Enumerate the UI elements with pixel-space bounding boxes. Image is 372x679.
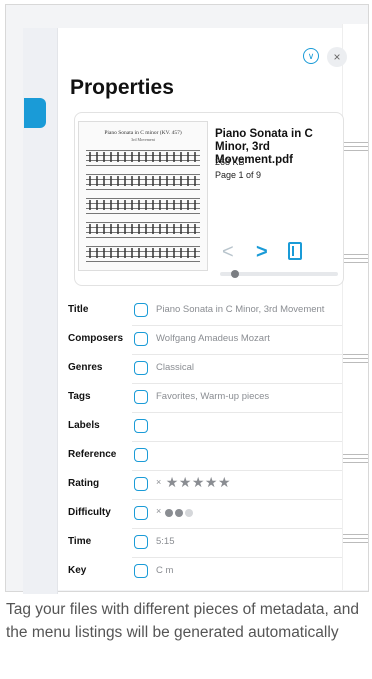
difficulty-dot[interactable]: [185, 509, 194, 517]
difficulty-dot[interactable]: [165, 509, 174, 517]
property-label: Tags: [68, 391, 91, 402]
property-value[interactable]: 5:15: [156, 536, 175, 547]
property-label: Key: [68, 565, 87, 576]
property-label: Genres: [68, 362, 103, 373]
previous-page-button[interactable]: <: [222, 242, 234, 262]
chevron-down-circle-icon[interactable]: ∨: [303, 48, 319, 64]
property-value[interactable]: Favorites, Warm-up pieces: [156, 391, 269, 402]
clear-rating-icon[interactable]: ×: [156, 477, 162, 487]
thumbnail-subtitle: 3rd Movement: [131, 137, 155, 142]
difficulty-dots[interactable]: ×: [156, 506, 195, 518]
property-checkbox[interactable]: [134, 303, 148, 317]
property-value[interactable]: Piano Sonata in C Minor, 3rd Movement: [156, 304, 324, 315]
property-row-labels[interactable]: Labels: [58, 413, 342, 442]
property-value[interactable]: Wolfgang Amadeus Mozart: [156, 333, 270, 344]
property-checkbox[interactable]: [134, 564, 148, 578]
caption-text: Tag your files with different pieces of …: [6, 601, 359, 641]
notes: [89, 248, 197, 258]
star-icons[interactable]: ★★★★★: [166, 474, 231, 490]
property-checkbox[interactable]: [134, 506, 148, 520]
property-label: Rating: [68, 478, 100, 489]
property-label: Time: [68, 536, 92, 547]
property-row-tags[interactable]: Tags Favorites, Warm-up pieces: [58, 384, 342, 413]
notes: [89, 224, 197, 234]
property-checkbox[interactable]: [134, 448, 148, 462]
property-checkbox[interactable]: [134, 361, 148, 375]
clear-difficulty-icon[interactable]: ×: [156, 506, 161, 516]
property-checkbox[interactable]: [134, 535, 148, 549]
property-row-composers[interactable]: Composers Wolfgang Amadeus Mozart: [58, 326, 342, 355]
sidebar-tab-handle[interactable]: [24, 98, 46, 128]
property-row-rating[interactable]: Rating × ★★★★★: [58, 471, 342, 500]
file-size: 268 KB: [215, 157, 245, 167]
property-row-reference[interactable]: Reference: [58, 442, 342, 471]
page-slider-thumb[interactable]: [231, 270, 239, 278]
rating-stars[interactable]: × ★★★★★: [156, 474, 231, 491]
notes: [89, 176, 197, 186]
close-glyph: ×: [333, 50, 341, 64]
property-row-title[interactable]: Title Piano Sonata in C Minor, 3rd Movem…: [58, 297, 342, 326]
page-indicator: Page 1 of 9: [215, 170, 262, 180]
top-bar: [6, 5, 368, 29]
score-thumbnail[interactable]: Piano Sonata in C minor (KV. 457) 3rd Mo…: [78, 121, 208, 271]
book-icon[interactable]: [288, 242, 302, 260]
property-label: Difficulty: [68, 507, 111, 518]
next-page-button[interactable]: >: [256, 242, 268, 262]
property-label: Title: [68, 304, 89, 315]
property-label: Reference: [68, 449, 117, 460]
property-checkbox[interactable]: [134, 477, 148, 491]
background-score-page: [342, 24, 368, 590]
property-row-key[interactable]: Key C m: [58, 558, 342, 587]
property-row-difficulty[interactable]: Difficulty ×: [58, 500, 342, 529]
property-checkbox[interactable]: [134, 390, 148, 404]
difficulty-dot[interactable]: [175, 509, 184, 517]
property-label: Labels: [68, 420, 100, 431]
property-checkbox[interactable]: [134, 419, 148, 433]
thumbnail-title: Piano Sonata in C minor (KV. 457): [104, 130, 182, 136]
property-row-genres[interactable]: Genres Classical: [58, 355, 342, 384]
page-title: Properties: [70, 76, 174, 99]
property-checkbox[interactable]: [134, 332, 148, 346]
notes: [89, 152, 197, 162]
chevron-glyph: ∨: [307, 50, 315, 61]
notes: [89, 200, 197, 210]
property-row-time[interactable]: Time 5:15: [58, 529, 342, 558]
property-value[interactable]: C m: [156, 565, 173, 576]
property-value[interactable]: Classical: [156, 362, 194, 373]
property-label: Composers: [68, 333, 124, 344]
close-icon[interactable]: ×: [327, 47, 347, 67]
